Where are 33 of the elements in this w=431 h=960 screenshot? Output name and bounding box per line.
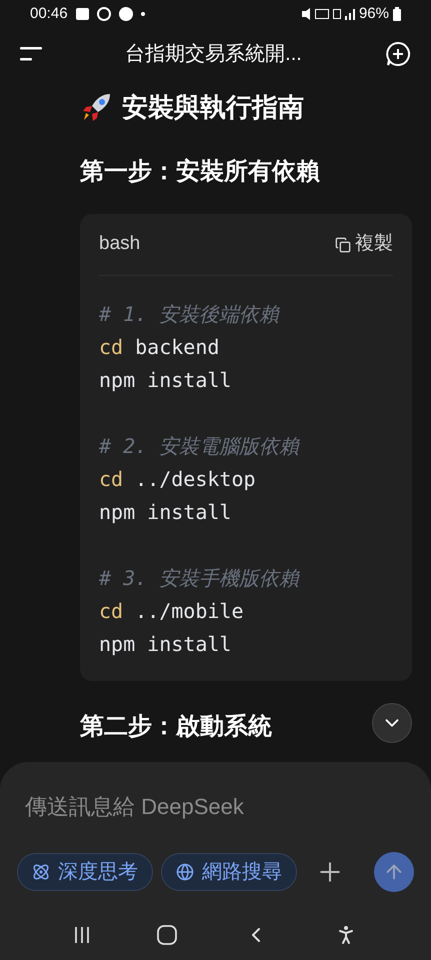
feature-chip[interactable]: 深度思考	[17, 853, 153, 891]
scroll-down-button[interactable]	[372, 703, 412, 743]
new-chat-icon[interactable]	[384, 41, 411, 67]
mute-icon	[302, 8, 311, 20]
signal-icon	[344, 8, 355, 20]
feature-chip[interactable]: 網路搜尋	[161, 853, 297, 891]
code-line: cd ../desktop	[99, 466, 256, 493]
menu-icon[interactable]	[20, 46, 42, 62]
code-comment: # 3. 安裝手機版依賴	[99, 565, 300, 592]
atom-icon	[32, 863, 50, 881]
code-line: cd ../mobile	[99, 598, 244, 625]
battery-percent: 96%	[358, 4, 389, 24]
code-line: npm install	[99, 499, 232, 526]
step-heading: 第一步：安裝所有依賴	[80, 157, 320, 187]
code-line: cd backend	[99, 334, 220, 361]
globe-icon	[176, 863, 194, 881]
code-comment: # 1. 安裝後端依賴	[99, 301, 280, 328]
recent-apps-icon[interactable]	[73, 926, 92, 944]
battery-icon	[393, 7, 401, 21]
chat-title: 台指期交易系統開...	[125, 42, 302, 67]
step-heading: 第二步：啟動系統	[80, 712, 272, 742]
code-language: bash	[99, 232, 140, 256]
copy-icon	[335, 236, 351, 252]
send-button[interactable]	[374, 852, 414, 892]
home-icon[interactable]	[157, 925, 178, 945]
section-heading: 安裝與執行指南	[122, 90, 304, 124]
dot-icon	[140, 12, 145, 16]
code-line: npm install	[99, 367, 232, 394]
code-comment: # 2. 安裝電腦版依賴	[99, 433, 300, 460]
status-time: 00:46	[30, 4, 68, 24]
code-line: npm install	[99, 631, 232, 658]
copy-button[interactable]: 複製	[335, 230, 393, 259]
message-input[interactable]: 傳送訊息給 DeepSeek	[17, 790, 414, 823]
